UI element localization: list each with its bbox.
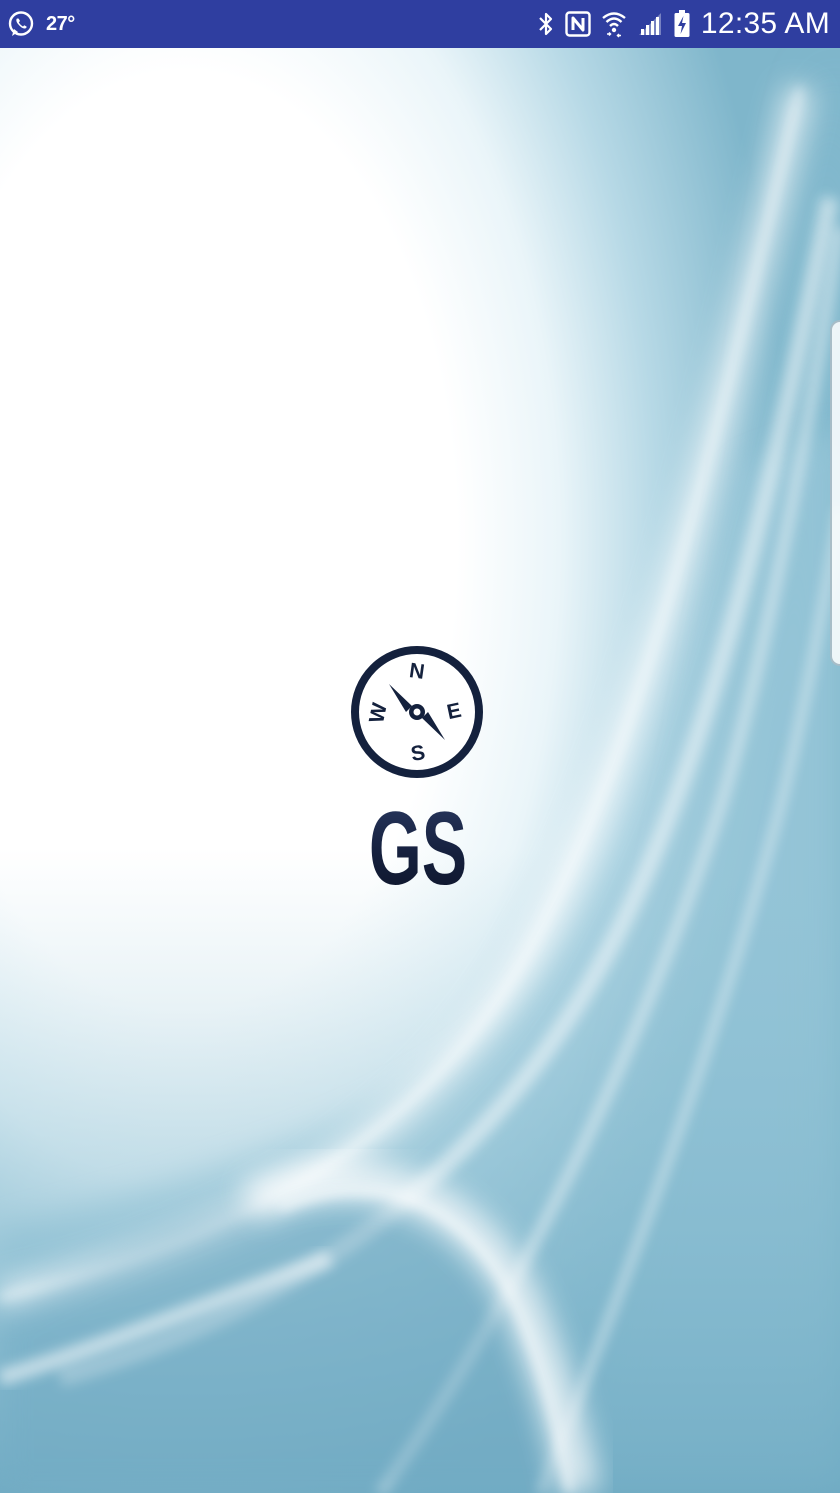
nfc-icon xyxy=(565,11,591,37)
temperature-text: 27° xyxy=(46,12,75,35)
compass-icon: N E S W xyxy=(351,646,483,778)
battery-charging-icon xyxy=(673,9,691,39)
signal-icon xyxy=(637,11,663,37)
clock-text: 12:35 AM xyxy=(700,7,830,40)
bluetooth-icon xyxy=(537,10,555,38)
edge-panel-handle[interactable] xyxy=(830,320,840,666)
status-bar-right: 12:35 AM xyxy=(537,0,830,48)
status-bar-left: 27° xyxy=(6,0,75,48)
app-logo: N E S W GS xyxy=(346,644,490,892)
splash-screen: 27° 12:35 AM N E S W GS xyxy=(0,0,840,1493)
wifi-icon xyxy=(601,10,627,38)
logo-text: GS xyxy=(369,790,467,892)
status-bar: 27° 12:35 AM xyxy=(0,0,840,48)
whatsapp-icon xyxy=(6,9,36,39)
logo-text-gs: GS xyxy=(369,790,467,892)
compass-north-label: N xyxy=(408,659,426,684)
